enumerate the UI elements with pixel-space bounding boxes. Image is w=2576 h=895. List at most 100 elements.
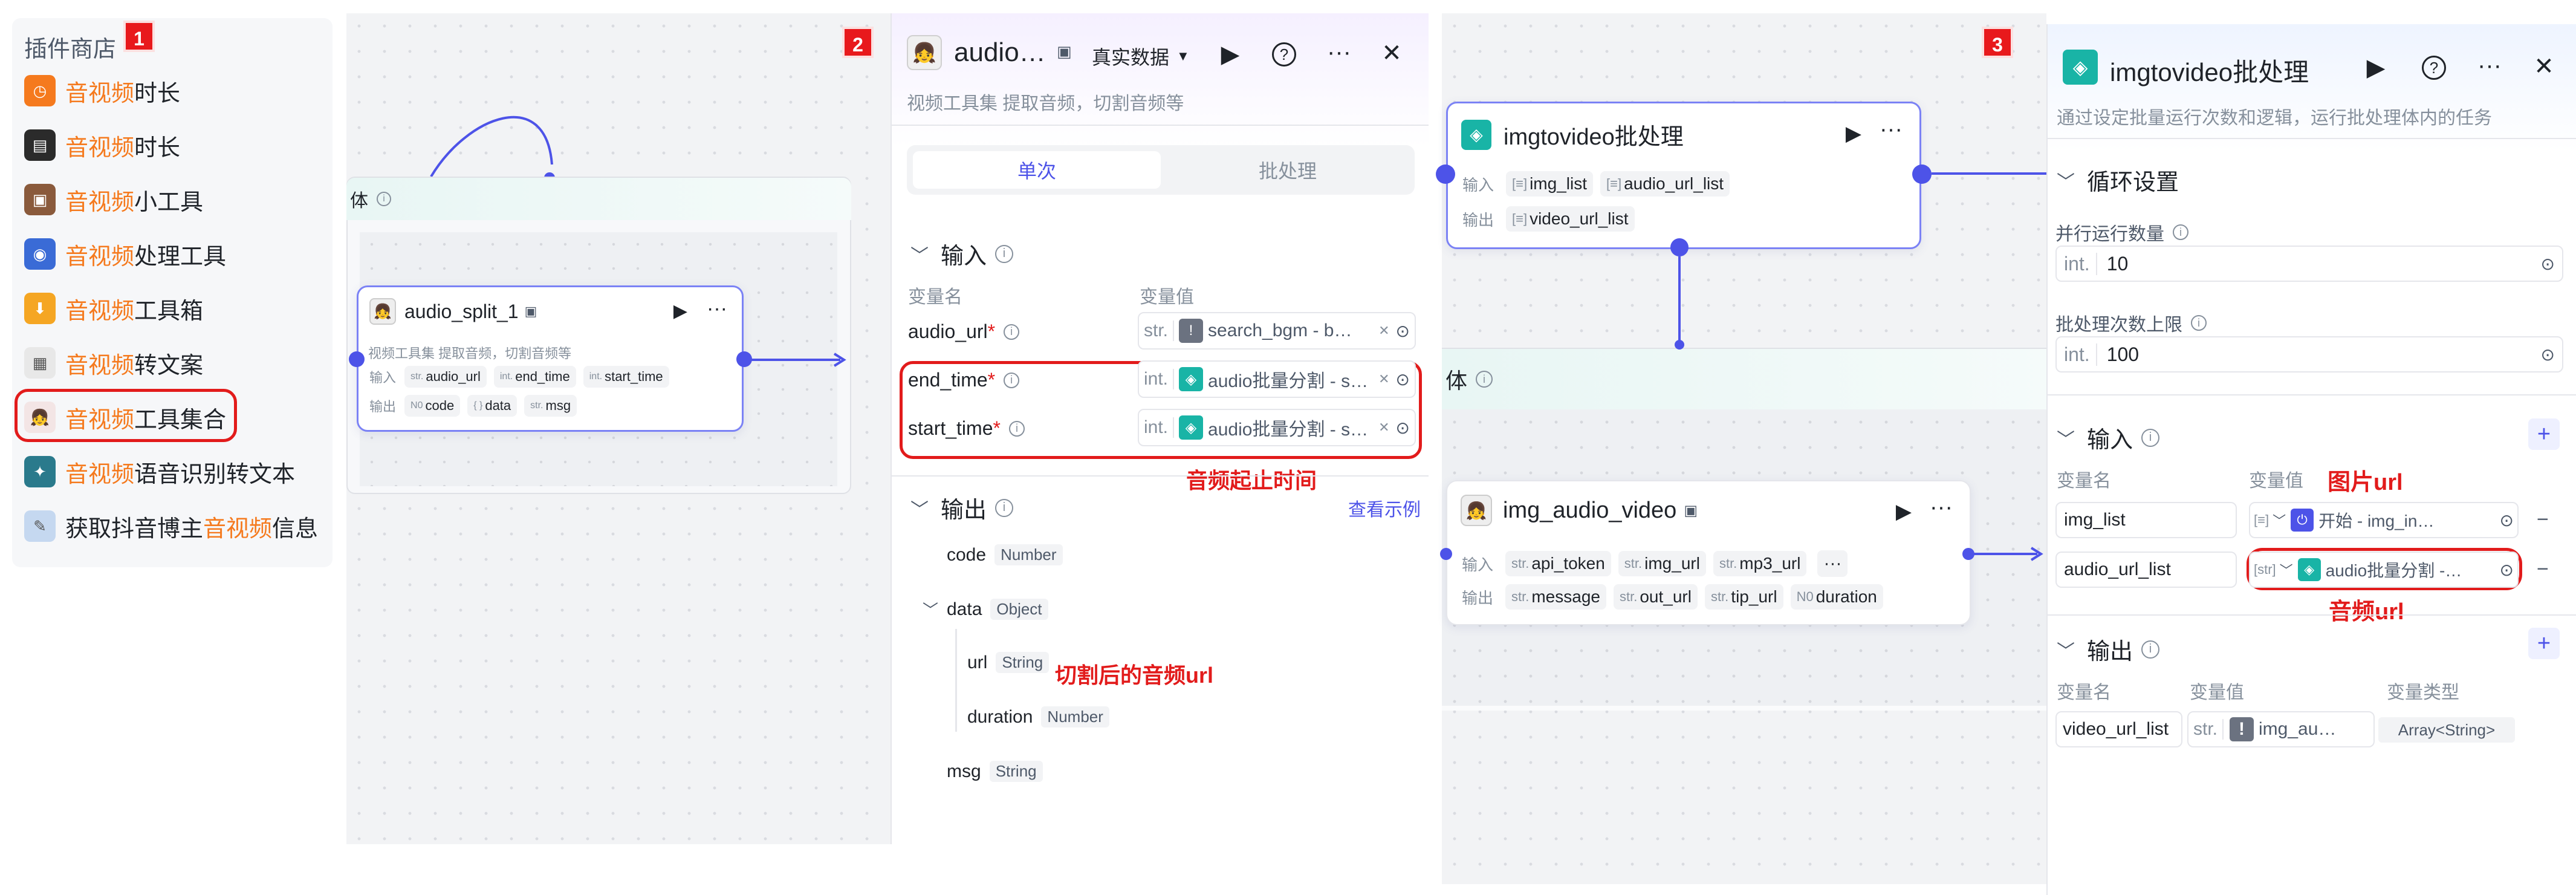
output-section-header[interactable]: ﹀ 输出 i <box>910 491 1014 524</box>
node-input-port[interactable] <box>349 351 365 367</box>
param-tag: str. out_url <box>1613 584 1698 610</box>
chevron-down-icon[interactable]: ﹀ <box>923 598 938 620</box>
add-output-button[interactable]: + <box>2528 628 2560 659</box>
clear-icon[interactable]: ✕ <box>1378 323 1389 339</box>
chevron-down-icon[interactable]: ﹀ <box>2280 560 2293 579</box>
ref-value: search_bgm - b… <box>1208 321 1352 340</box>
input-var-value[interactable]: str.! search_bgm - b… ✕ ⊙ <box>1138 312 1416 350</box>
node-input-port[interactable] <box>1436 164 1455 184</box>
parallel-count-input[interactable]: int. 10 ⊙ <box>2055 246 2563 282</box>
param-name: tip_url <box>1731 587 1777 606</box>
help-icon[interactable]: ? <box>1266 36 1302 73</box>
param-name: mp3_url <box>1739 554 1801 573</box>
close-icon[interactable]: ✕ <box>1374 35 1410 71</box>
label-highlight: 音视频 <box>65 244 135 270</box>
remove-row-icon[interactable]: − <box>2537 558 2549 581</box>
output-label: 输出 <box>369 399 397 414</box>
output-section-header[interactable]: ﹀ 输出 i <box>2057 633 2160 666</box>
type-icon: str. <box>1624 556 1643 571</box>
parallel-label-text: 并行运行数量 <box>2055 224 2164 244</box>
output-value-select[interactable]: str. ! img_au… <box>2187 711 2375 747</box>
batch-icon: ◈ <box>2063 50 2098 85</box>
param-name: audio_url <box>426 369 481 384</box>
variable-ref-icon[interactable]: ⊙ <box>2500 510 2514 530</box>
required-mark: * <box>987 369 996 391</box>
output-name: code <box>947 544 987 565</box>
plugin-item[interactable]: ◷ 音视频时长 <box>24 67 326 115</box>
type-tag: [str] <box>2254 562 2276 577</box>
plugin-item[interactable]: ▤ 音视频时长 <box>24 121 326 169</box>
input-var-value[interactable]: int. ◈ audio批量分割 - s… ✕ ⊙ <box>1138 409 1416 446</box>
tab-batch[interactable]: 批处理 <box>1167 151 1409 189</box>
input-section-header[interactable]: ﹀ 输入 i <box>2057 421 2160 454</box>
more-icon[interactable]: ··· <box>1321 34 1357 70</box>
more-icon[interactable]: ··· <box>707 297 727 321</box>
batch-body-port[interactable] <box>1670 238 1689 256</box>
view-example-link[interactable]: 查看示例 <box>1348 495 1421 521</box>
close-icon[interactable]: ✕ <box>2526 48 2562 85</box>
plugin-item[interactable]: ▣ 音视频小工具 <box>24 175 326 224</box>
more-inputs-icon[interactable]: ··· <box>1817 550 1848 577</box>
info-icon: i <box>2173 224 2188 240</box>
ref-value: 开始 - img_in… <box>2318 512 2435 530</box>
warning-icon: ! <box>2230 717 2254 741</box>
output-row: msg String <box>947 761 1043 782</box>
col-name-header: 变量名 <box>908 287 962 307</box>
run-icon[interactable]: ▶ <box>1846 122 1861 146</box>
input-section-header[interactable]: ﹀ 输入 i <box>910 237 1014 270</box>
node-imgtovideo-batch[interactable]: ◈ imgtovideo批处理 ▶ ··· 输入 [≡] img_list [≡] a… <box>1446 102 1921 249</box>
input-name-field[interactable]: img_list <box>2055 502 2237 538</box>
variable-ref-icon[interactable]: ⊙ <box>2541 345 2555 365</box>
node-input-port[interactable] <box>1440 548 1452 560</box>
plugin-item[interactable]: ▦ 音视频转文案 <box>24 339 326 387</box>
add-input-button[interactable]: + <box>2528 418 2560 450</box>
run-icon[interactable]: ▶ <box>1896 500 1912 524</box>
run-icon[interactable]: ▶ <box>673 301 687 322</box>
input-value-select[interactable]: [str] ﹀ ◈ audio批量分割 -… ⊙ <box>2249 552 2519 588</box>
plugin-store-title: 插件商店 <box>24 37 117 62</box>
max-count-input[interactable]: int. 100 ⊙ <box>2055 336 2563 373</box>
plugin-item[interactable]: ◉ 音视频处理工具 <box>24 230 326 278</box>
plugin-item[interactable]: 👧 音视频工具集合 <box>24 393 326 441</box>
output-section-title: 输出 <box>2087 639 2133 665</box>
batch-icon: ◈ <box>1179 367 1204 391</box>
node-img-audio-video[interactable]: 👧 img_audio_video ▣ ▶ ··· 输入 str. api_tok… <box>1446 480 1971 625</box>
edge-out-inner <box>1972 547 2043 561</box>
input-var-value[interactable]: int. ◈ audio批量分割 - s… ✕ ⊙ <box>1138 360 1416 398</box>
variable-ref-icon[interactable]: ⊙ <box>1396 369 1410 389</box>
chevron-down-icon: ﹀ <box>910 246 929 266</box>
variable-ref-icon[interactable]: ⊙ <box>2500 560 2514 580</box>
plugin-item[interactable]: ✦ 音视频语音识别转文本 <box>24 448 326 496</box>
more-icon[interactable]: ··· <box>1930 495 1953 521</box>
plugin-icon: ▤ <box>24 129 56 161</box>
output-name-input[interactable]: video_url_list <box>2055 711 2182 747</box>
ref-value: audio批量分割 - s… <box>1208 371 1369 391</box>
plugin-item[interactable]: ✎ 获取抖音博主音视频信息 <box>24 502 326 550</box>
variable-ref-icon[interactable]: ⊙ <box>1396 321 1410 341</box>
label-rest: 时长 <box>134 135 181 161</box>
clear-icon[interactable]: ✕ <box>1378 371 1389 387</box>
input-name-field[interactable]: audio_url_list <box>2055 552 2237 588</box>
run-icon[interactable]: ▶ <box>1212 36 1248 73</box>
node-output-port[interactable] <box>1912 164 1932 184</box>
variable-ref-icon[interactable]: ⊙ <box>2541 254 2555 274</box>
loop-section-header[interactable]: ﹀ 循环设置 <box>2057 163 2179 197</box>
variable-ref-icon[interactable]: ⊙ <box>1396 418 1410 438</box>
help-icon[interactable]: ? <box>2416 50 2452 86</box>
chevron-down-icon[interactable]: ﹀ <box>2273 510 2286 530</box>
node-audio-split[interactable]: 👧 audio_split_1 ▣ ▶ ··· 视频工具集 提取音频，切割音频等… <box>357 285 744 432</box>
divider <box>2046 614 2576 616</box>
input-value-select[interactable]: [≡] ﹀ ⏻ 开始 - img_in… ⊙ <box>2249 502 2519 538</box>
plugin-item-label: 获取抖音博主音视频信息 <box>65 510 318 543</box>
clear-icon[interactable]: ✕ <box>1378 420 1389 435</box>
plugin-item[interactable]: ⬇ 音视频工具箱 <box>24 284 326 333</box>
plugin-icon: ▣ <box>24 184 56 215</box>
more-icon[interactable]: ··· <box>1880 117 1903 143</box>
param-tag: [≡] video_url_list <box>1506 206 1635 232</box>
data-mode-dropdown[interactable]: 真实数据 ▼ <box>1092 42 1190 70</box>
run-icon[interactable]: ▶ <box>2358 50 2394 86</box>
more-icon[interactable]: ··· <box>2471 47 2508 83</box>
output-row: ﹀ data Object <box>923 599 1048 620</box>
remove-row-icon[interactable]: − <box>2537 508 2549 532</box>
tab-single[interactable]: 单次 <box>913 151 1161 189</box>
